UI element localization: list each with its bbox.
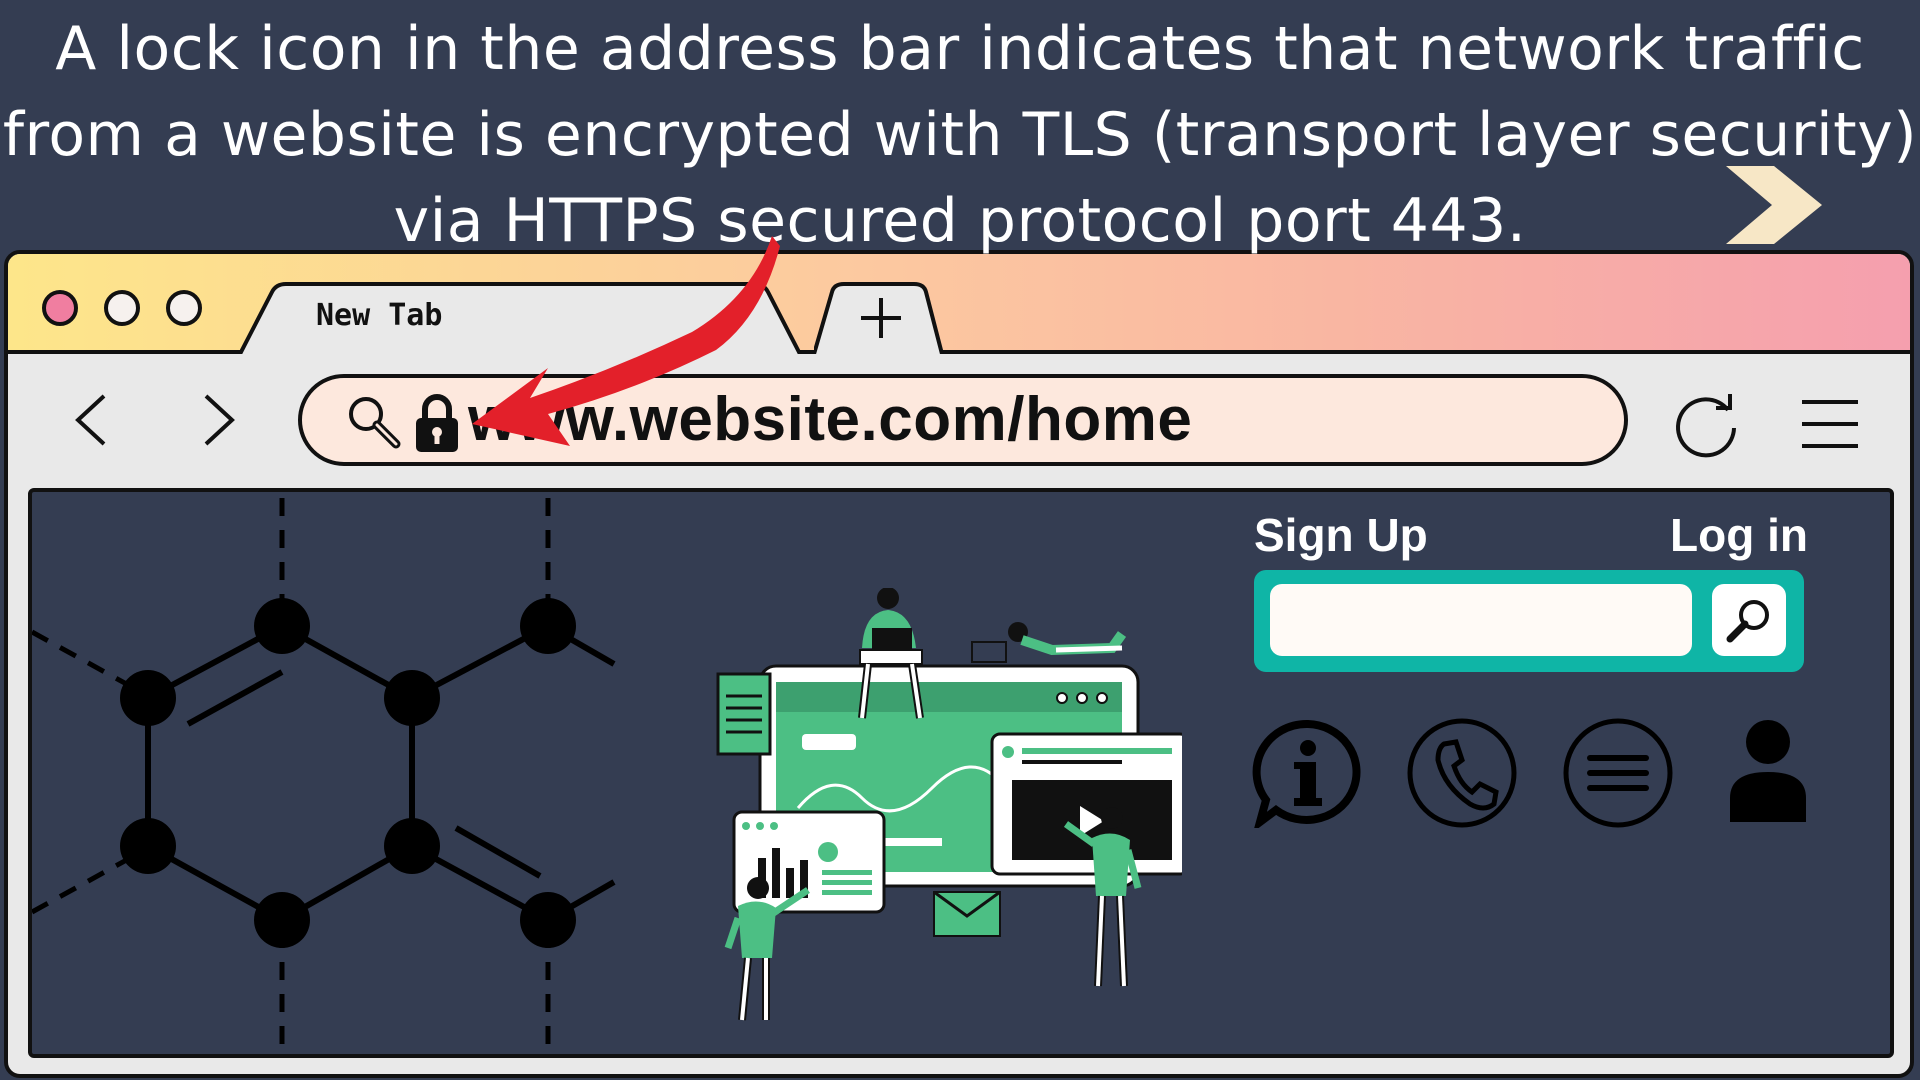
hamburger-menu-icon <box>1802 400 1858 448</box>
next-chevron-icon[interactable] <box>1726 166 1824 244</box>
caption: A lock icon in the address bar indicates… <box>0 6 1920 264</box>
back-icon <box>75 394 106 446</box>
lock-icon[interactable] <box>414 392 460 454</box>
site-search-button[interactable] <box>1712 584 1786 656</box>
web-development-team-illustration <box>716 588 1182 1021</box>
sign-up-link[interactable]: Sign Up <box>1254 508 1428 562</box>
browser-menu-button[interactable] <box>1794 388 1866 460</box>
hexagon-molecule-graphic <box>32 498 616 1054</box>
tab-title: New Tab <box>316 298 443 333</box>
back-button[interactable] <box>60 388 124 452</box>
info-icon[interactable] <box>1252 718 1364 828</box>
browser-toolbar: www.website.com/home <box>8 354 1910 478</box>
browser-titlebar: New Tab <box>8 254 1910 354</box>
magnifier-icon <box>1726 600 1769 643</box>
caption-line-1: A lock icon in the address bar indicates… <box>55 14 1865 84</box>
menu-icon[interactable] <box>1562 718 1674 828</box>
forward-button[interactable] <box>186 388 250 452</box>
caption-line-3: via HTTPS secured protocol port 443. <box>393 186 1527 256</box>
site-search-input[interactable] <box>1270 584 1692 656</box>
plus-icon <box>861 298 901 338</box>
site-search-panel <box>1254 570 1804 672</box>
new-tab-button[interactable] <box>826 284 936 352</box>
url-text: www.website.com/home <box>468 385 1193 454</box>
reload-icon <box>1676 394 1736 458</box>
caption-line-2: from a website is encrypted with TLS (tr… <box>2 100 1918 170</box>
reload-button[interactable] <box>1670 388 1742 460</box>
log-in-link[interactable]: Log in <box>1670 508 1808 562</box>
user-icon[interactable] <box>1728 718 1808 822</box>
search-icon <box>349 397 401 449</box>
window-minimize-button[interactable] <box>104 290 140 326</box>
window-maximize-button[interactable] <box>166 290 202 326</box>
browser-window: New Tab www.website.com/home Sign Up Log… <box>4 250 1914 1078</box>
address-bar[interactable]: www.website.com/home <box>298 374 1628 466</box>
window-close-button[interactable] <box>42 290 78 326</box>
phone-icon[interactable] <box>1406 718 1518 828</box>
forward-icon <box>204 394 235 446</box>
web-page-viewport: Sign Up Log in <box>28 488 1894 1058</box>
